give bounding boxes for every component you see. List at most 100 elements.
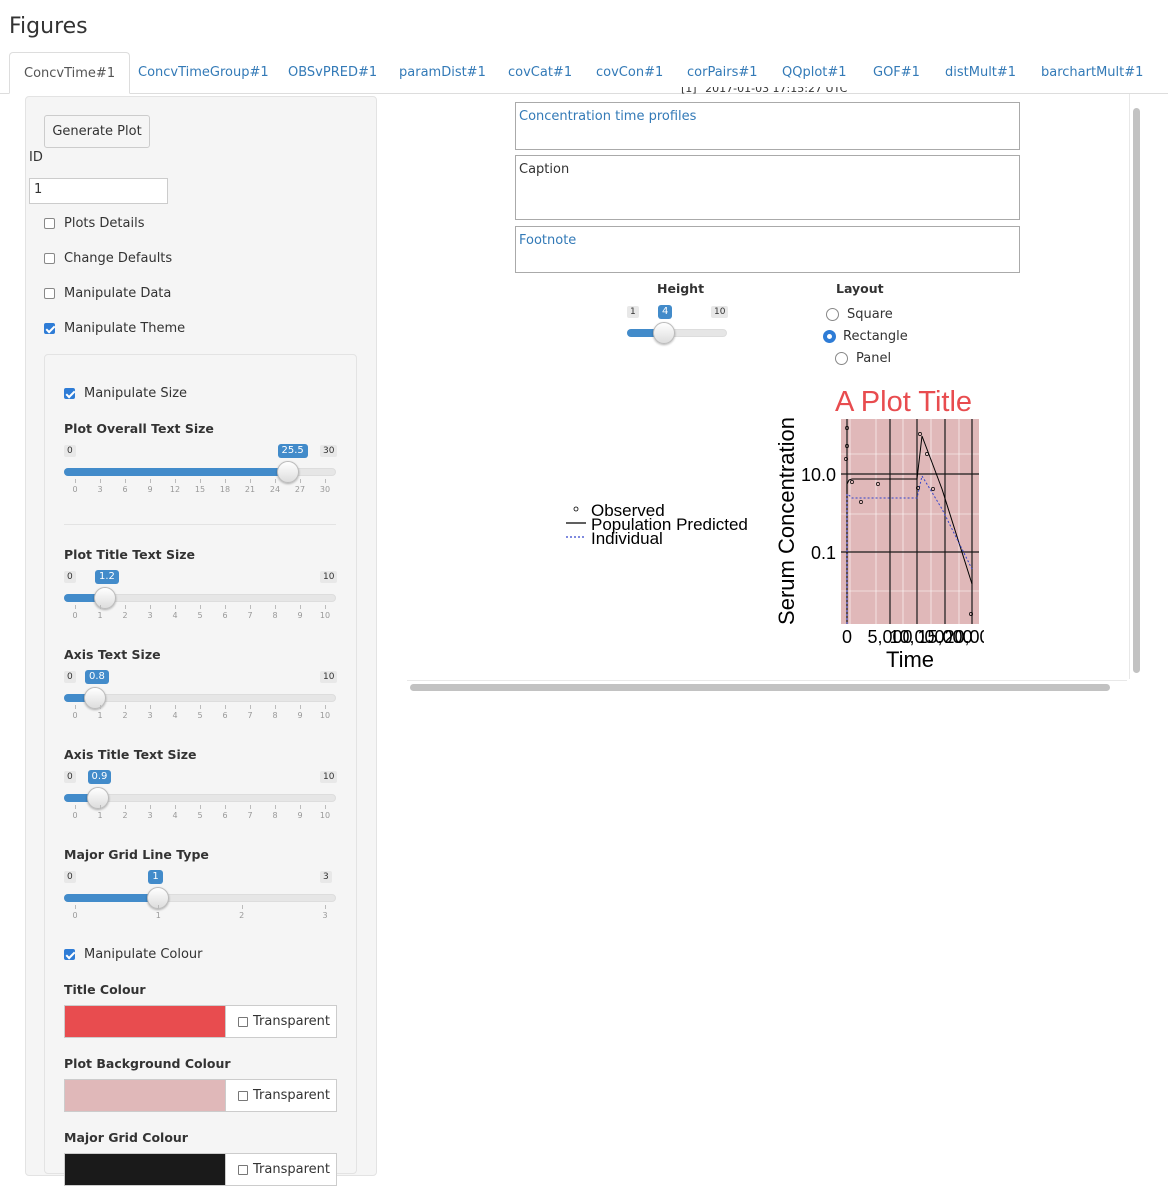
slider-tick	[300, 705, 301, 709]
layout-square-radio[interactable]	[826, 308, 839, 321]
height-max: 10	[711, 306, 729, 318]
vertical-scrollbar-thumb[interactable]	[1133, 108, 1140, 673]
slider-min: 0	[64, 771, 76, 783]
slider-handle[interactable]	[94, 587, 116, 609]
y-tick-label: 0.1	[811, 543, 836, 563]
slider-tick-label: 2	[122, 711, 128, 720]
slider-tick-label: 6	[122, 485, 128, 494]
slider-tick	[100, 479, 101, 483]
title-colour-label: Title Colour	[64, 982, 146, 997]
height-slider-handle[interactable]	[653, 322, 675, 344]
horizontal-scrollbar[interactable]	[407, 680, 1127, 693]
id-input[interactable]: 1	[29, 178, 168, 204]
slider-value: 25.5	[277, 444, 308, 458]
footnote-textarea[interactable]: Footnote	[515, 226, 1020, 273]
slider-label: Axis Text Size	[64, 647, 161, 662]
slider-handle[interactable]	[86, 787, 109, 809]
slider-tick-label: 0	[72, 911, 78, 920]
title-colour-transparent[interactable]: Transparent	[225, 1005, 337, 1038]
slider-tick	[125, 805, 126, 809]
slider-tick-label: 0	[72, 711, 78, 720]
plot-background-transparent[interactable]: Transparent	[225, 1079, 337, 1112]
y-tick-label: 10.0	[801, 465, 836, 485]
slider-tick	[275, 605, 276, 609]
slider-tick	[100, 605, 101, 609]
slider-tick	[158, 905, 160, 909]
manipulate-theme-checkbox[interactable]	[44, 323, 55, 334]
layout-square-label: Square	[847, 307, 893, 322]
plot-background-colour-swatch[interactable]	[64, 1079, 226, 1112]
plot-panel	[841, 419, 979, 624]
generate-plot-button[interactable]: Generate Plot	[44, 115, 150, 148]
slider-tick-label: 30	[319, 485, 331, 494]
slider-tick-label: 8	[272, 611, 278, 620]
caption-textarea[interactable]: Caption	[515, 155, 1020, 220]
slider-tick	[200, 805, 201, 809]
slider-tick	[175, 605, 176, 609]
transparent-checkbox[interactable]	[238, 1090, 248, 1101]
slider-min: 0	[64, 571, 76, 583]
title-colour-swatch[interactable]	[64, 1005, 226, 1038]
transparent-checkbox[interactable]	[238, 1016, 248, 1027]
slider-tick-label: 3	[97, 485, 103, 494]
layout-rectangle-radio[interactable]	[823, 330, 836, 343]
tab-distmult[interactable]: distMult#1	[945, 52, 1016, 94]
slider-tick	[150, 479, 151, 483]
slider-tick	[150, 705, 151, 709]
slider-tick-label: 8	[272, 711, 278, 720]
slider-tick-label: 27	[294, 485, 306, 494]
slider-min: 0	[64, 871, 76, 883]
slider-tick	[75, 479, 76, 483]
tab-concvtime[interactable]: ConcvTime#1	[9, 52, 131, 94]
slider-handle[interactable]	[276, 461, 299, 483]
tab-paramdist[interactable]: paramDist#1	[399, 52, 486, 94]
plot-image: Observed Population Predicted Individual…	[552, 384, 1000, 672]
slider-tick	[75, 705, 76, 709]
plot-background-colour-label: Plot Background Colour	[64, 1056, 231, 1071]
title-textarea[interactable]: Concentration time profiles	[515, 102, 1020, 150]
manipulate-size-checkbox[interactable]	[64, 388, 75, 399]
slider-tick	[325, 805, 326, 809]
slider-tick	[125, 479, 126, 483]
plots-details-checkbox[interactable]	[44, 218, 55, 229]
tab-covcat[interactable]: covCat#1	[508, 52, 572, 94]
horizontal-scrollbar-thumb[interactable]	[410, 684, 1110, 691]
slider-value: 0.8	[85, 670, 109, 684]
major-grid-colour-swatch[interactable]	[64, 1153, 226, 1186]
tab-gof[interactable]: GOF#1	[873, 52, 920, 94]
theme-options-panel	[44, 354, 357, 1174]
slider-tick	[125, 705, 126, 709]
slider-tick	[275, 805, 276, 809]
major-grid-transparent[interactable]: Transparent	[225, 1153, 337, 1186]
tab-covcon[interactable]: covCon#1	[596, 52, 663, 94]
slider-tick-label: 0	[72, 485, 78, 494]
change-defaults-label: Change Defaults	[64, 251, 173, 266]
manipulate-colour-checkbox[interactable]	[64, 949, 75, 960]
slider-tick	[225, 605, 226, 609]
layout-panel-radio[interactable]	[835, 352, 848, 365]
slider-tick-label: 5	[197, 711, 203, 720]
transparent-label: Transparent	[253, 1014, 330, 1029]
slider-tick-label: 7	[247, 711, 253, 720]
slider-tick-label: 2	[239, 911, 245, 920]
slider-label: Major Grid Line Type	[64, 847, 209, 862]
slider-tick	[175, 805, 176, 809]
slider-tick	[300, 805, 301, 809]
manipulate-data-label: Manipulate Data	[64, 286, 172, 301]
slider-tick-label: 0	[72, 811, 78, 820]
slider-tick-label: 7	[247, 611, 253, 620]
vertical-scrollbar[interactable]	[1129, 94, 1142, 679]
slider-tick-label: 2	[122, 811, 128, 820]
slider-tick	[125, 605, 126, 609]
tab-concvtimegroup[interactable]: ConcvTimeGroup#1	[138, 52, 269, 94]
change-defaults-checkbox[interactable]	[44, 253, 55, 264]
transparent-checkbox[interactable]	[238, 1164, 248, 1175]
slider-tick-label: 0	[72, 611, 78, 620]
slider-tick	[75, 605, 76, 609]
manipulate-data-checkbox[interactable]	[44, 288, 55, 299]
tab-obsvpred[interactable]: OBSvPRED#1	[288, 52, 377, 94]
tab-barchartmult[interactable]: barchartMult#1	[1041, 52, 1143, 94]
manipulate-theme-label: Manipulate Theme	[64, 321, 186, 336]
slider-tick-label: 9	[147, 485, 153, 494]
slider-handle[interactable]	[84, 687, 106, 709]
